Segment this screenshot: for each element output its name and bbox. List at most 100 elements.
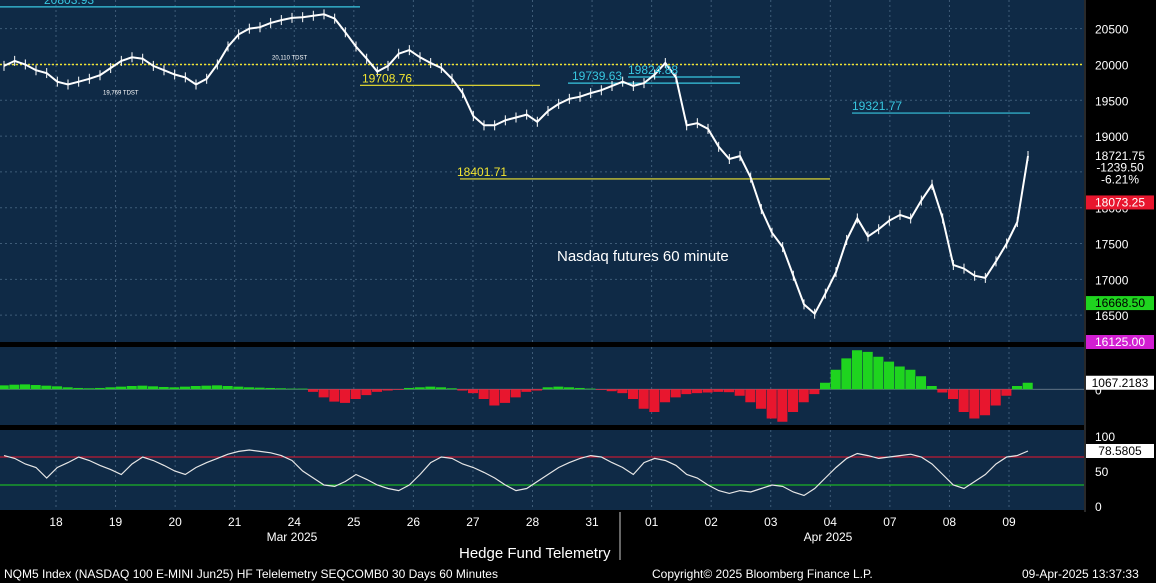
histogram-bar	[628, 389, 639, 399]
histogram-bar	[201, 385, 212, 390]
histogram-bar	[318, 389, 329, 398]
histogram-bar	[660, 389, 671, 403]
histogram-bar	[564, 387, 575, 390]
histogram-bar	[809, 389, 820, 395]
x-tick-label: 24	[288, 515, 302, 529]
histogram-bar	[574, 387, 585, 390]
chart-window: { "chart_data": { "type": "line", "annot…	[0, 0, 1156, 583]
histogram-bar	[30, 385, 41, 390]
histogram-bar	[617, 389, 628, 394]
histogram-bar	[340, 389, 351, 403]
price-tick-label: 20000	[1095, 58, 1129, 72]
histogram-bar	[585, 388, 596, 390]
histogram-bar	[478, 389, 489, 399]
histogram-bar	[724, 389, 735, 393]
x-tick-label: 28	[526, 515, 540, 529]
histogram-bar	[862, 351, 873, 390]
x-tick-label: 25	[347, 515, 361, 529]
panel-title: Hedge Fund Telemetry	[459, 545, 611, 562]
histogram-bar	[510, 389, 521, 398]
histogram-bar	[233, 386, 244, 390]
tdst-label: 19,769 TDST	[103, 91, 139, 97]
histogram-bar	[116, 386, 127, 390]
histogram-bar	[254, 387, 265, 390]
histogram-bar	[734, 389, 745, 396]
histogram-bar	[532, 389, 543, 391]
x-tick-label: 31	[585, 515, 599, 529]
x-tick-label: 09	[1002, 515, 1016, 529]
histogram-bar	[361, 389, 372, 396]
price-axis-label: 18073.25	[1095, 195, 1145, 209]
histogram-bar	[137, 385, 148, 390]
histogram-bar	[788, 389, 799, 412]
histogram-bar	[414, 387, 425, 390]
security-description: NQM5 Index (NASDAQ 100 E-MINI Jun25) HF …	[4, 567, 498, 581]
histogram-bar	[446, 388, 457, 390]
chart-canvas: 1650017000175001800018500190001950020000…	[0, 0, 1154, 560]
histogram-bar	[702, 389, 713, 393]
x-tick-label: 08	[943, 515, 957, 529]
histogram-bar	[62, 387, 73, 390]
price-axis-label: 16668.50	[1095, 296, 1145, 310]
oscillator-tick-label: 50	[1095, 465, 1109, 479]
level-value-label: 19321.77	[852, 99, 902, 113]
histogram-bar	[606, 389, 617, 392]
histogram-bar	[745, 389, 756, 403]
histogram-bar	[105, 387, 116, 390]
x-tick-label: 27	[466, 515, 480, 529]
histogram-bar	[521, 389, 532, 392]
price-tick-label: 17000	[1095, 273, 1129, 287]
x-tick-label: 01	[645, 515, 659, 529]
histogram-bar	[212, 385, 223, 390]
oscillator-tick-label: 0	[1095, 500, 1102, 514]
histogram-bar	[222, 386, 233, 390]
oscillator-panel	[0, 430, 1084, 510]
histogram-bar	[158, 386, 169, 390]
histogram-bar	[500, 389, 511, 403]
oscillator-tick-label: 100	[1095, 430, 1115, 444]
histogram-bar	[286, 388, 297, 390]
histogram-bar	[681, 389, 692, 395]
x-tick-label: 04	[824, 515, 838, 529]
timestamp: 09-Apr-2025 13:37:33	[1022, 567, 1139, 581]
histogram-bar	[948, 389, 959, 399]
histogram-bar	[852, 350, 863, 390]
level-value-label: 19824.88	[628, 63, 678, 77]
histogram-bar	[265, 387, 276, 390]
x-tick-label: 03	[764, 515, 778, 529]
histogram-bar	[126, 386, 137, 390]
histogram-bar	[905, 369, 916, 390]
histogram-bar	[489, 389, 500, 406]
price-axis-label: 16125.00	[1095, 335, 1145, 349]
x-tick-label: 19	[109, 515, 123, 529]
histogram-bar	[41, 385, 52, 390]
histogram-bar	[830, 369, 841, 390]
histogram-bar	[244, 387, 255, 390]
histogram-last-value: 1067.2183	[1092, 376, 1149, 390]
histogram-bar	[937, 389, 948, 393]
histogram-bar	[980, 389, 991, 416]
level-value-label: 19739.63	[572, 69, 622, 83]
level-value-label: 18401.71	[457, 165, 507, 179]
price-tick-label: 20500	[1095, 23, 1129, 37]
month-label: Apr 2025	[804, 530, 853, 544]
histogram-bar	[841, 358, 852, 390]
x-tick-label: 20	[168, 515, 182, 529]
histogram-bar	[382, 389, 393, 391]
price-tick-label: 19000	[1095, 130, 1129, 144]
histogram-bar	[350, 389, 361, 399]
price-tick-label: 17500	[1095, 238, 1129, 252]
histogram-bar	[969, 389, 980, 419]
histogram-bar	[1022, 382, 1033, 390]
copyright-text: Copyright© 2025 Bloomberg Finance L.P.	[652, 567, 873, 581]
histogram-bar	[393, 389, 404, 390]
histogram-bar	[916, 376, 927, 390]
histogram-bar	[9, 384, 20, 390]
histogram-bar	[766, 389, 777, 419]
histogram-bar	[894, 366, 905, 390]
histogram-bar	[873, 356, 884, 390]
histogram-bar	[0, 385, 9, 390]
price-tick-label: 19500	[1095, 94, 1129, 108]
histogram-bar	[649, 389, 660, 412]
histogram-bar	[1001, 389, 1012, 396]
